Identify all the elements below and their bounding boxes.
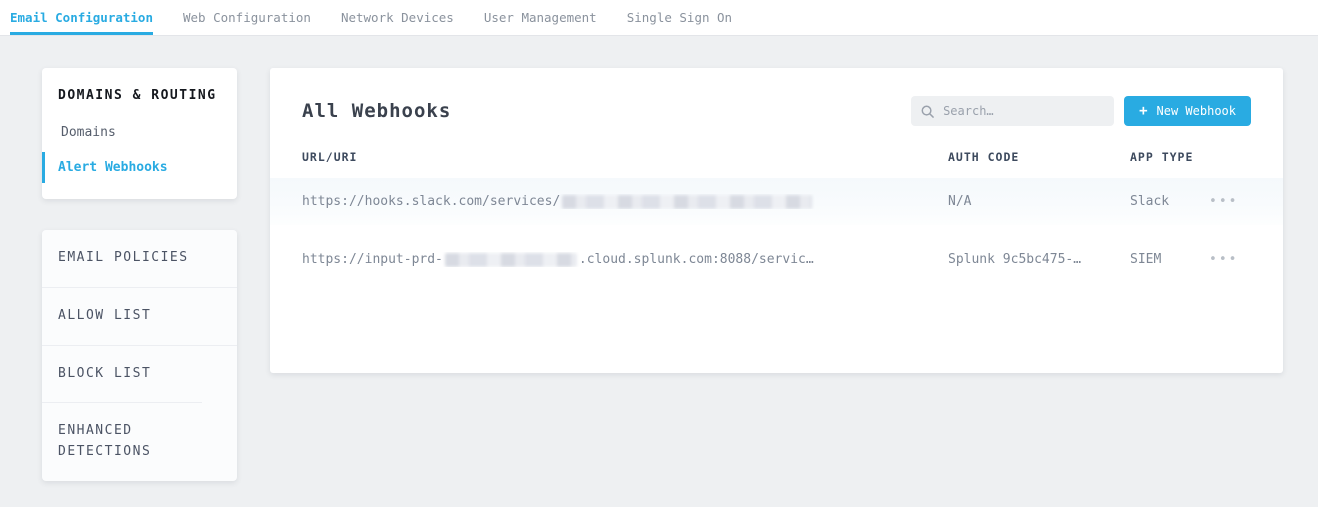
tab-web-configuration[interactable]: Web Configuration <box>183 0 311 35</box>
webhook-url-cell: https://input-prd- .cloud.splunk.com:808… <box>302 252 948 267</box>
tab-network-devices[interactable]: Network Devices <box>341 0 454 35</box>
auth-code-cell: N/A <box>948 194 1130 209</box>
webhook-url-text: https://input-prd- <box>302 252 443 267</box>
domains-routing-heading: DOMAINS & ROUTING <box>42 88 237 103</box>
sidebar-item-allow-list[interactable]: ALLOW LIST <box>42 287 237 345</box>
search-box[interactable] <box>911 96 1114 126</box>
webhook-url-cell: https://hooks.slack.com/services/ <box>302 194 948 209</box>
new-webhook-label: New Webhook <box>1157 104 1236 118</box>
page-title: All Webhooks <box>302 100 451 122</box>
app-type-cell: Slack <box>1130 194 1207 209</box>
column-header-app-type: APP TYPE <box>1130 150 1207 164</box>
domains-routing-card: DOMAINS & ROUTING Domains Alert Webhooks <box>42 68 237 199</box>
tab-single-sign-on[interactable]: Single Sign On <box>627 0 732 35</box>
page-content: DOMAINS & ROUTING Domains Alert Webhooks… <box>0 36 1318 481</box>
tab-email-configuration[interactable]: Email Configuration <box>10 0 153 35</box>
email-sections-card: EMAIL POLICIES ALLOW LIST BLOCK LIST ENH… <box>42 230 237 481</box>
webhook-url-text: https://hooks.slack.com/services/ <box>302 194 560 209</box>
webhooks-panel: All Webhooks + New Webhook URL/URI AUTH … <box>270 68 1283 373</box>
auth-code-cell: Splunk 9c5bc475-… <box>948 252 1130 267</box>
column-header-url: URL/URI <box>302 150 948 164</box>
top-navbar: Email Configuration Web Configuration Ne… <box>0 0 1318 36</box>
sidebar-item-email-policies[interactable]: EMAIL POLICIES <box>42 230 237 287</box>
column-header-auth-code: AUTH CODE <box>948 150 1130 164</box>
table-row[interactable]: https://hooks.slack.com/services/ N/A Sl… <box>270 178 1283 225</box>
sidebar: DOMAINS & ROUTING Domains Alert Webhooks… <box>42 68 237 481</box>
tab-user-management[interactable]: User Management <box>484 0 597 35</box>
new-webhook-button[interactable]: + New Webhook <box>1124 96 1251 126</box>
table-header: URL/URI AUTH CODE APP TYPE <box>270 150 1283 178</box>
table-row[interactable]: https://input-prd- .cloud.splunk.com:808… <box>270 236 1283 283</box>
search-icon <box>921 105 934 118</box>
row-actions-menu-icon[interactable]: ••• <box>1207 248 1240 271</box>
sidebar-item-alert-webhooks[interactable]: Alert Webhooks <box>42 152 237 183</box>
panel-header: All Webhooks + New Webhook <box>270 68 1283 150</box>
search-input[interactable] <box>943 104 1104 118</box>
sidebar-item-domains[interactable]: Domains <box>42 117 237 148</box>
plus-icon: + <box>1139 103 1147 119</box>
sidebar-item-block-list[interactable]: BLOCK LIST <box>42 345 237 403</box>
app-type-cell: SIEM <box>1130 252 1207 267</box>
row-actions-menu-icon[interactable]: ••• <box>1207 190 1240 213</box>
sidebar-item-enhanced-detections[interactable]: ENHANCED DETECTIONS <box>42 402 202 481</box>
redacted-url-segment <box>445 253 577 267</box>
redacted-url-segment <box>562 195 812 209</box>
webhook-url-text: .cloud.splunk.com:8088/servic… <box>579 252 814 267</box>
